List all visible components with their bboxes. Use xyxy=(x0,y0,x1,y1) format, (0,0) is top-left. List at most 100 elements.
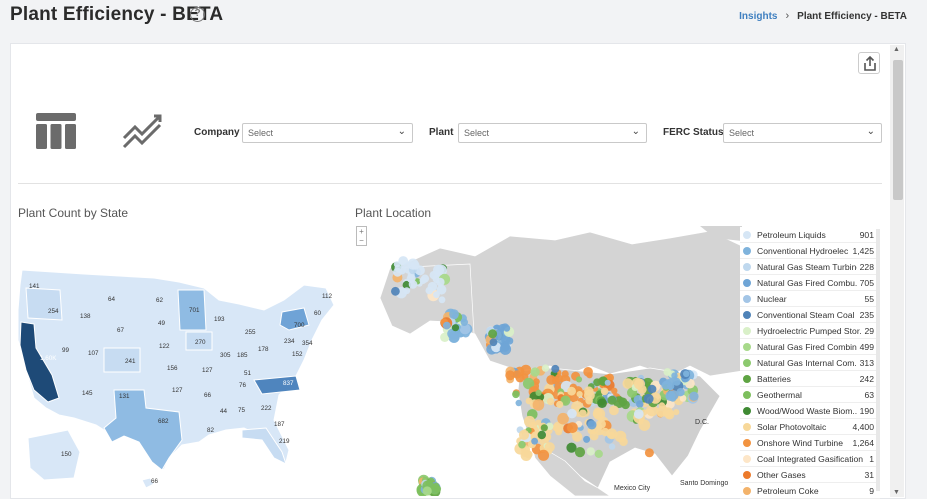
plant-marker[interactable] xyxy=(512,370,522,379)
legend-item[interactable]: Onshore Wind Turbine 1,264 xyxy=(740,435,880,451)
plant-marker[interactable] xyxy=(604,379,611,386)
plant-marker[interactable] xyxy=(540,424,548,432)
plant-marker[interactable] xyxy=(647,384,657,394)
plant-count-choropleth-map[interactable]: 141 64 62 701 112 254 138 193 67 49 255 700 60 1.60K 9… xyxy=(4,230,344,495)
plant-marker[interactable] xyxy=(451,324,460,332)
plant-marker[interactable] xyxy=(394,264,403,273)
legend-item[interactable]: Natural Gas Steam Turbine 228 xyxy=(740,259,880,275)
plant-marker[interactable] xyxy=(554,374,563,383)
plant-marker[interactable] xyxy=(636,400,644,408)
ferc-status-select[interactable]: Select ⌄ xyxy=(723,123,882,143)
legend-item[interactable]: Conventional Steam Coal 235 xyxy=(740,307,880,323)
plant-marker[interactable] xyxy=(398,256,409,266)
plant-marker[interactable] xyxy=(537,430,546,440)
table-view-icon[interactable] xyxy=(36,113,76,154)
map-zoom-control[interactable]: + − xyxy=(356,226,367,246)
legend-item[interactable]: Natural Gas Internal Com... 313 xyxy=(740,355,880,371)
plant-marker[interactable] xyxy=(595,423,603,431)
plant-marker[interactable] xyxy=(583,367,593,377)
legend-item[interactable]: Natural Gas Fired Combu... 705 xyxy=(740,275,880,291)
plant-marker[interactable] xyxy=(489,338,498,347)
plant-marker[interactable] xyxy=(499,343,512,355)
plant-marker[interactable] xyxy=(671,372,678,379)
plant-marker[interactable] xyxy=(583,435,591,443)
plant-marker[interactable] xyxy=(546,375,557,385)
plant-marker[interactable] xyxy=(512,390,520,399)
legend-item[interactable]: Petroleum Coke 9 xyxy=(740,483,880,499)
plant-marker[interactable] xyxy=(520,364,532,376)
plant-marker[interactable] xyxy=(663,368,672,376)
legend-item[interactable]: Hydroelectric Pumped Stor... 29 xyxy=(740,323,880,339)
plant-marker[interactable] xyxy=(611,387,618,394)
plant-marker[interactable] xyxy=(587,420,597,430)
plant-marker[interactable] xyxy=(547,397,555,406)
plant-marker[interactable] xyxy=(518,440,526,449)
plant-marker[interactable] xyxy=(442,321,451,330)
plant-marker[interactable] xyxy=(556,400,564,409)
help-icon[interactable]: ? xyxy=(190,7,205,22)
legend-item[interactable]: Nuclear 55 xyxy=(740,291,880,307)
plant-select[interactable]: Select ⌄ xyxy=(458,123,647,143)
plant-marker[interactable] xyxy=(608,431,616,439)
plant-marker[interactable] xyxy=(449,330,459,339)
legend-item[interactable]: Other Gases 31 xyxy=(740,467,880,483)
plant-marker[interactable] xyxy=(593,378,601,387)
scroll-up-arrow[interactable]: ▲ xyxy=(893,46,900,53)
plant-marker[interactable] xyxy=(592,408,603,419)
plant-marker[interactable] xyxy=(488,329,498,339)
zoom-in-button[interactable]: + xyxy=(357,227,366,236)
plant-type-legend[interactable]: Petroleum Liquids 901 Conventional Hydroel… xyxy=(740,227,880,499)
plant-marker[interactable] xyxy=(541,364,550,372)
plant-marker[interactable] xyxy=(520,449,532,461)
plant-marker[interactable] xyxy=(515,399,522,407)
company-select[interactable]: Select ⌄ xyxy=(242,123,413,143)
legend-item[interactable]: Coal Integrated Gasification ... 1 xyxy=(740,451,880,467)
page-scrollbar[interactable]: ▲ ▼ xyxy=(890,45,904,497)
plant-marker[interactable] xyxy=(594,449,603,458)
zoom-out-button[interactable]: − xyxy=(357,236,366,245)
plant-marker[interactable] xyxy=(425,286,434,295)
plant-marker[interactable] xyxy=(567,408,577,419)
share-button[interactable] xyxy=(858,52,880,74)
plant-marker[interactable] xyxy=(391,286,400,296)
plant-marker[interactable] xyxy=(574,447,586,458)
plant-marker[interactable] xyxy=(567,422,578,433)
plant-marker[interactable] xyxy=(420,274,430,283)
plant-marker[interactable] xyxy=(585,396,593,405)
legend-item[interactable]: Petroleum Liquids 901 xyxy=(740,227,880,243)
plant-marker[interactable] xyxy=(531,437,538,445)
plant-marker[interactable] xyxy=(578,409,587,418)
plant-marker[interactable] xyxy=(643,393,654,404)
plant-marker[interactable] xyxy=(586,447,595,456)
plant-marker[interactable] xyxy=(614,430,627,443)
plant-marker[interactable] xyxy=(460,318,468,326)
legend-item[interactable]: Solar Photovoltaic 4,400 xyxy=(740,419,880,435)
legend-item[interactable]: Batteries 242 xyxy=(740,371,880,387)
plant-marker[interactable] xyxy=(600,387,609,396)
plant-marker[interactable] xyxy=(408,280,418,289)
plant-marker[interactable] xyxy=(597,398,607,408)
plant-marker[interactable] xyxy=(665,390,676,401)
plant-marker[interactable] xyxy=(530,367,540,377)
plant-location-map[interactable]: Mexico City Santo Domingo D.C. xyxy=(370,226,742,496)
plant-marker[interactable] xyxy=(683,370,690,378)
legend-item[interactable]: Conventional Hydroelec... 1,425 xyxy=(740,243,880,259)
legend-item[interactable]: Wood/Wood Waste Biom... 190 xyxy=(740,403,880,419)
plant-marker[interactable] xyxy=(518,429,530,440)
legend-item[interactable]: Geothermal 63 xyxy=(740,387,880,403)
plant-marker[interactable] xyxy=(673,409,680,416)
plant-marker[interactable] xyxy=(662,407,674,418)
legend-scrollbar[interactable] xyxy=(876,229,880,491)
line-chart-view-icon[interactable] xyxy=(122,112,164,155)
plant-marker[interactable] xyxy=(537,449,550,461)
plant-marker[interactable] xyxy=(608,443,616,450)
scroll-down-arrow[interactable]: ▼ xyxy=(893,489,900,496)
plant-marker[interactable] xyxy=(525,397,533,405)
plant-marker[interactable] xyxy=(634,378,645,390)
plant-marker[interactable] xyxy=(607,395,617,405)
plant-marker[interactable] xyxy=(436,284,447,295)
plant-marker[interactable] xyxy=(633,409,644,419)
plant-marker[interactable] xyxy=(557,412,569,425)
plant-marker[interactable] xyxy=(601,427,610,437)
plant-marker[interactable] xyxy=(535,389,542,396)
